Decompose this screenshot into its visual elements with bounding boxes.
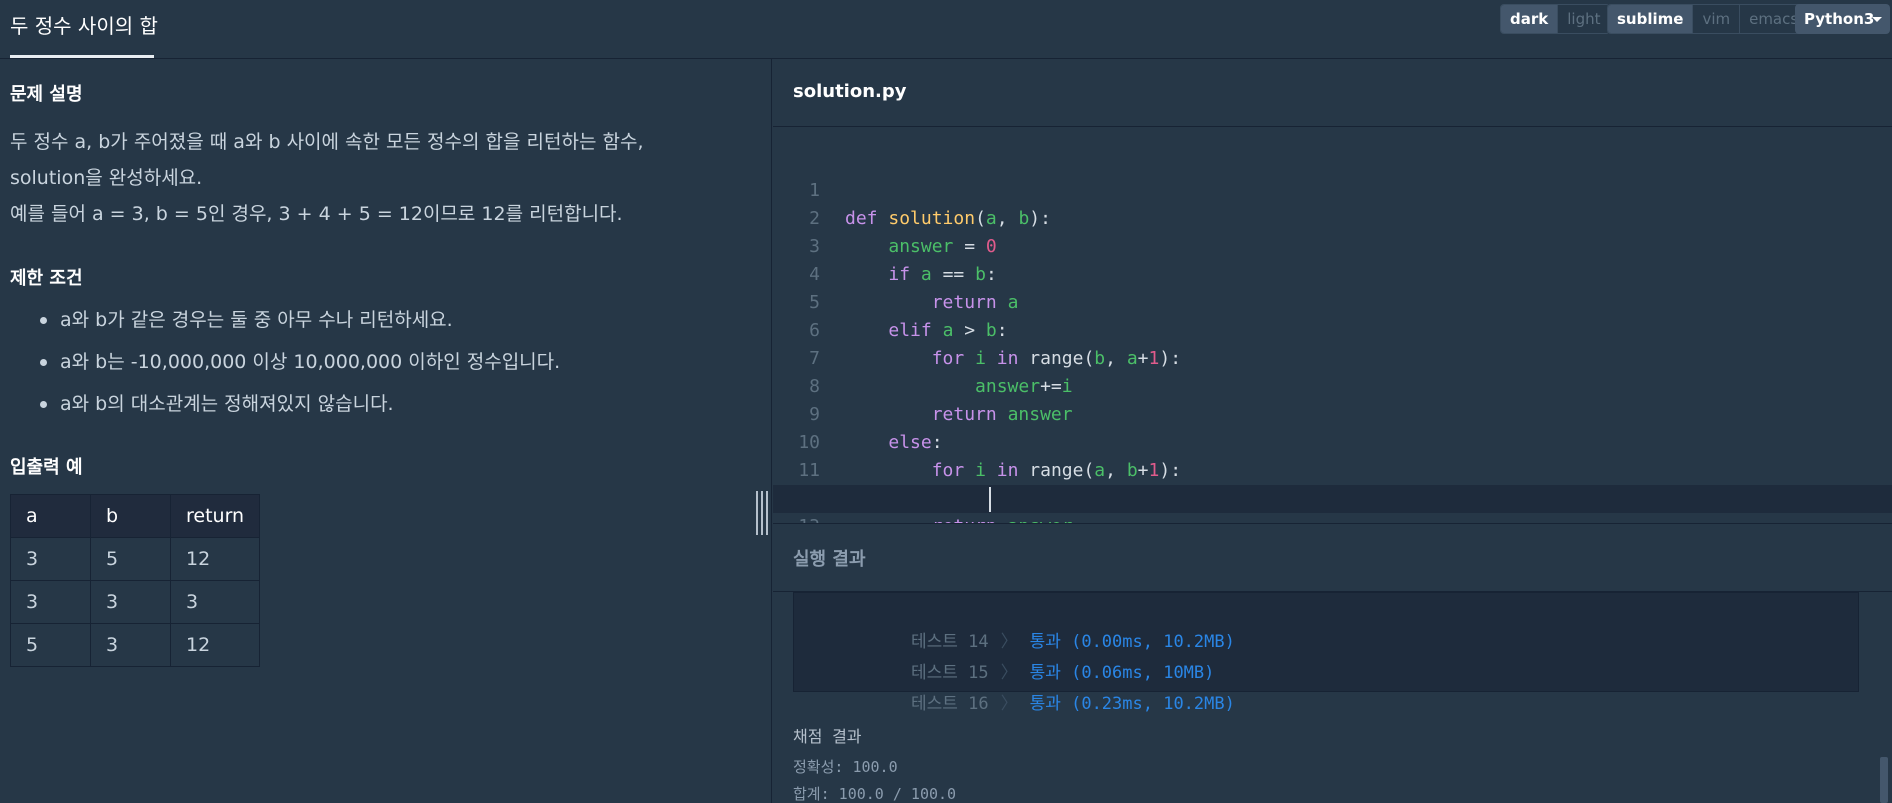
code-line: 5 elif a > b: bbox=[773, 261, 1892, 341]
test-name: 테스트 16 bbox=[910, 694, 989, 714]
code-line: 7 answer+=i bbox=[773, 317, 1892, 397]
table-cell: 3 bbox=[169, 580, 261, 624]
constraint-item: a와 b의 대소관계는 정해져있지 않습니다. bbox=[36, 383, 560, 425]
test-results-list: 테스트 14 〉 통과 (0.00ms, 10.2MB) 테스트 15 〉 통과 (0.… bbox=[793, 592, 1859, 714]
code-line: 12 return answer bbox=[773, 457, 1892, 523]
code-line: 11 answer+=i bbox=[773, 429, 1892, 509]
file-tab-solution[interactable]: solution.py bbox=[793, 81, 906, 102]
table-header-b: b bbox=[90, 494, 171, 538]
vertical-resize-handle[interactable] bbox=[756, 491, 768, 535]
top-bar: 두 정수 사이의 합 dark light sublime vim emacs … bbox=[0, 0, 1892, 59]
code-line: 9 else: bbox=[773, 373, 1892, 453]
table-cell: 5 bbox=[90, 537, 171, 581]
table-cell: 3 bbox=[90, 623, 171, 667]
list-item: 테스트 15 〉 통과 (0.06ms, 10MB) bbox=[870, 627, 1214, 683]
description-line-2: solution을 완성하세요. bbox=[10, 167, 203, 189]
result-scrollbar[interactable] bbox=[1880, 757, 1888, 803]
result-title: 실행 결과 bbox=[793, 549, 866, 570]
theme-toggle: dark light bbox=[1500, 4, 1611, 34]
text-cursor bbox=[989, 487, 991, 512]
grading-title: 채점 결과 bbox=[793, 727, 862, 746]
code-line: 3 if a == b: bbox=[773, 205, 1892, 285]
keymap-toggle: sublime vim emacs bbox=[1607, 4, 1809, 34]
constraints-list: a와 b가 같은 경우는 둘 중 아무 수나 리턴하세요. a와 b는 -10,… bbox=[36, 299, 560, 425]
language-select-label: Python3 bbox=[1804, 10, 1875, 28]
constraint-item: a와 b는 -10,000,000 이상 10,000,000 이하인 정수입니… bbox=[36, 341, 560, 383]
description-line-1: 두 정수 a, b가 주어졌을 때 a와 b 사이에 속한 모든 정수의 합을 … bbox=[10, 131, 644, 153]
file-tab-bar: solution.py bbox=[773, 59, 1892, 127]
code-line: 6 for i in range(b, a+1): bbox=[773, 289, 1892, 369]
table-cell: 3 bbox=[90, 580, 171, 624]
language-select[interactable]: Python3 bbox=[1795, 4, 1890, 34]
code-line: 1 def solution(a, b): bbox=[773, 149, 1892, 229]
code-editor[interactable]: 1 def solution(a, b): 2 answer = 0 3 if … bbox=[773, 128, 1892, 524]
table-header-return: return bbox=[169, 494, 261, 538]
line-number: 13 bbox=[773, 513, 820, 523]
list-item: 테스트 14 〉 통과 (0.00ms, 10.2MB) bbox=[870, 596, 1235, 652]
code-line: 10 for i in range(a, b+1): bbox=[773, 401, 1892, 481]
table-cell: 3 bbox=[10, 580, 91, 624]
examples-heading: 입출력 예 bbox=[10, 457, 83, 478]
code-line: 8 return answer bbox=[773, 345, 1892, 425]
table-cell: 3 bbox=[10, 537, 91, 581]
keymap-vim-button[interactable]: vim bbox=[1693, 5, 1741, 33]
test-status: 통과 (0.23ms, 10.2MB) bbox=[1029, 694, 1235, 714]
chevron-right-icon: 〉 bbox=[1000, 694, 1018, 714]
theme-dark-button[interactable]: dark bbox=[1501, 5, 1559, 33]
code-line: 2 answer = 0 bbox=[773, 177, 1892, 257]
grading-total: 합계: 100.0 / 100.0 bbox=[793, 785, 957, 803]
table-row: 3 5 12 bbox=[10, 537, 261, 581]
code-text: return answer bbox=[845, 513, 1073, 523]
keymap-sublime-button[interactable]: sublime bbox=[1608, 5, 1694, 33]
problem-panel: 문제 설명 두 정수 a, b가 주어졌을 때 a와 b 사이에 속한 모든 정… bbox=[0, 59, 772, 803]
description-heading: 문제 설명 bbox=[10, 84, 83, 105]
table-row: 3 3 3 bbox=[10, 580, 261, 624]
constraint-item: a와 b가 같은 경우는 둘 중 아무 수나 리턴하세요. bbox=[36, 299, 560, 341]
description-line-3: 예를 들어 a = 3, b = 5인 경우, 3 + 4 + 5 = 12이므… bbox=[10, 203, 623, 225]
theme-light-button[interactable]: light bbox=[1558, 5, 1610, 33]
page-title: 두 정수 사이의 합 bbox=[10, 14, 158, 38]
code-line-current: 13 bbox=[773, 485, 1892, 523]
table-header-row: a b return bbox=[10, 494, 261, 538]
table-header-a: a bbox=[10, 494, 91, 538]
examples-table: a b return 3 5 12 3 3 3 5 3 12 bbox=[10, 494, 261, 667]
title-tab-underline bbox=[10, 55, 154, 58]
table-cell: 12 bbox=[169, 623, 261, 667]
list-item: 테스트 16 〉 통과 (0.23ms, 10.2MB) bbox=[870, 658, 1235, 714]
table-cell: 5 bbox=[10, 623, 91, 667]
constraints-heading: 제한 조건 bbox=[10, 268, 83, 289]
grading-accuracy: 정확성: 100.0 bbox=[793, 758, 898, 776]
table-row: 5 3 12 bbox=[10, 623, 261, 667]
caret-down-icon bbox=[1872, 17, 1882, 22]
code-line: 4 return a bbox=[773, 233, 1892, 313]
table-cell: 12 bbox=[169, 537, 261, 581]
result-header: 실행 결과 bbox=[773, 525, 1892, 592]
